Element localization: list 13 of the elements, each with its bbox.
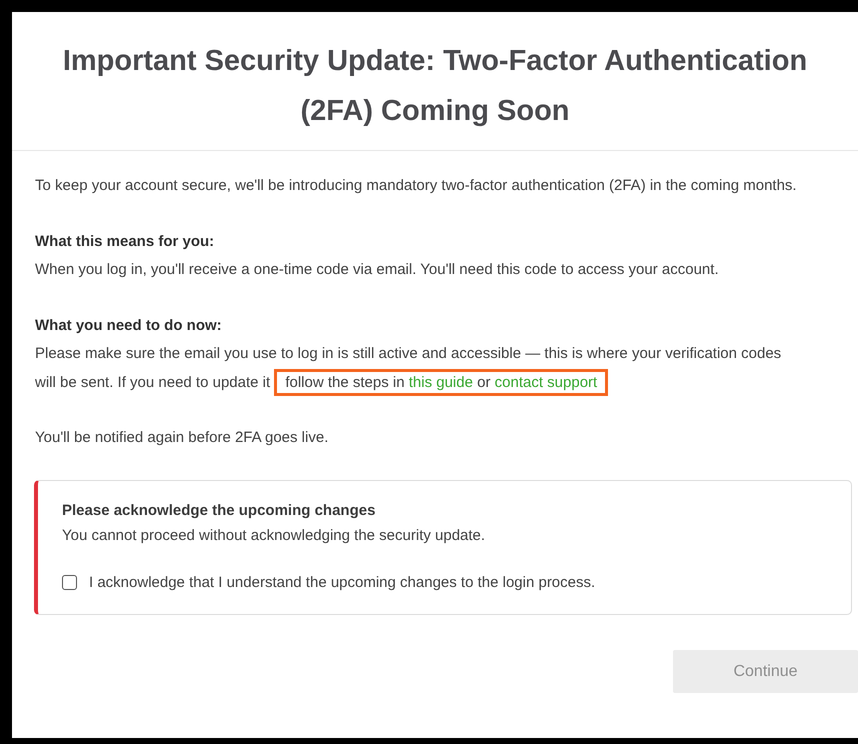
section-heading: What you need to do now: xyxy=(35,316,223,336)
link[interactable]: this guide xyxy=(408,374,473,390)
notice-title: Please acknowledge the upcoming changes xyxy=(62,500,376,520)
section-paragraph: When you log in, you'll receive a one-time code via email. You'll need this code to access your account. xyxy=(35,260,720,280)
checkbox-label[interactable]: I acknowledge that I understand the upcoming changes to the login process. xyxy=(89,572,596,594)
intro-paragraph: To keep your account secure, we'll be introducing mandatory two-factor authentication (2FA) in the coming months. xyxy=(35,176,798,196)
link[interactable]: contact support xyxy=(494,374,598,390)
notice-text: You cannot proceed without acknowledging the security update. xyxy=(62,526,486,546)
checkbox[interactable] xyxy=(62,575,77,590)
section-paragraph: Please make sure the email you use to log in is still active and accessible — this is where your verification codes will be sent. If you need to update it follow the steps in this guide or contact support xyxy=(35,340,802,397)
dialog-title: Important Security Update: Two-Factor Authentication (2FA) Coming Soon xyxy=(62,44,808,129)
section-heading: What this means for you: xyxy=(35,232,216,252)
note-paragraph: You'll be notified again before 2FA goes live. xyxy=(35,428,330,448)
